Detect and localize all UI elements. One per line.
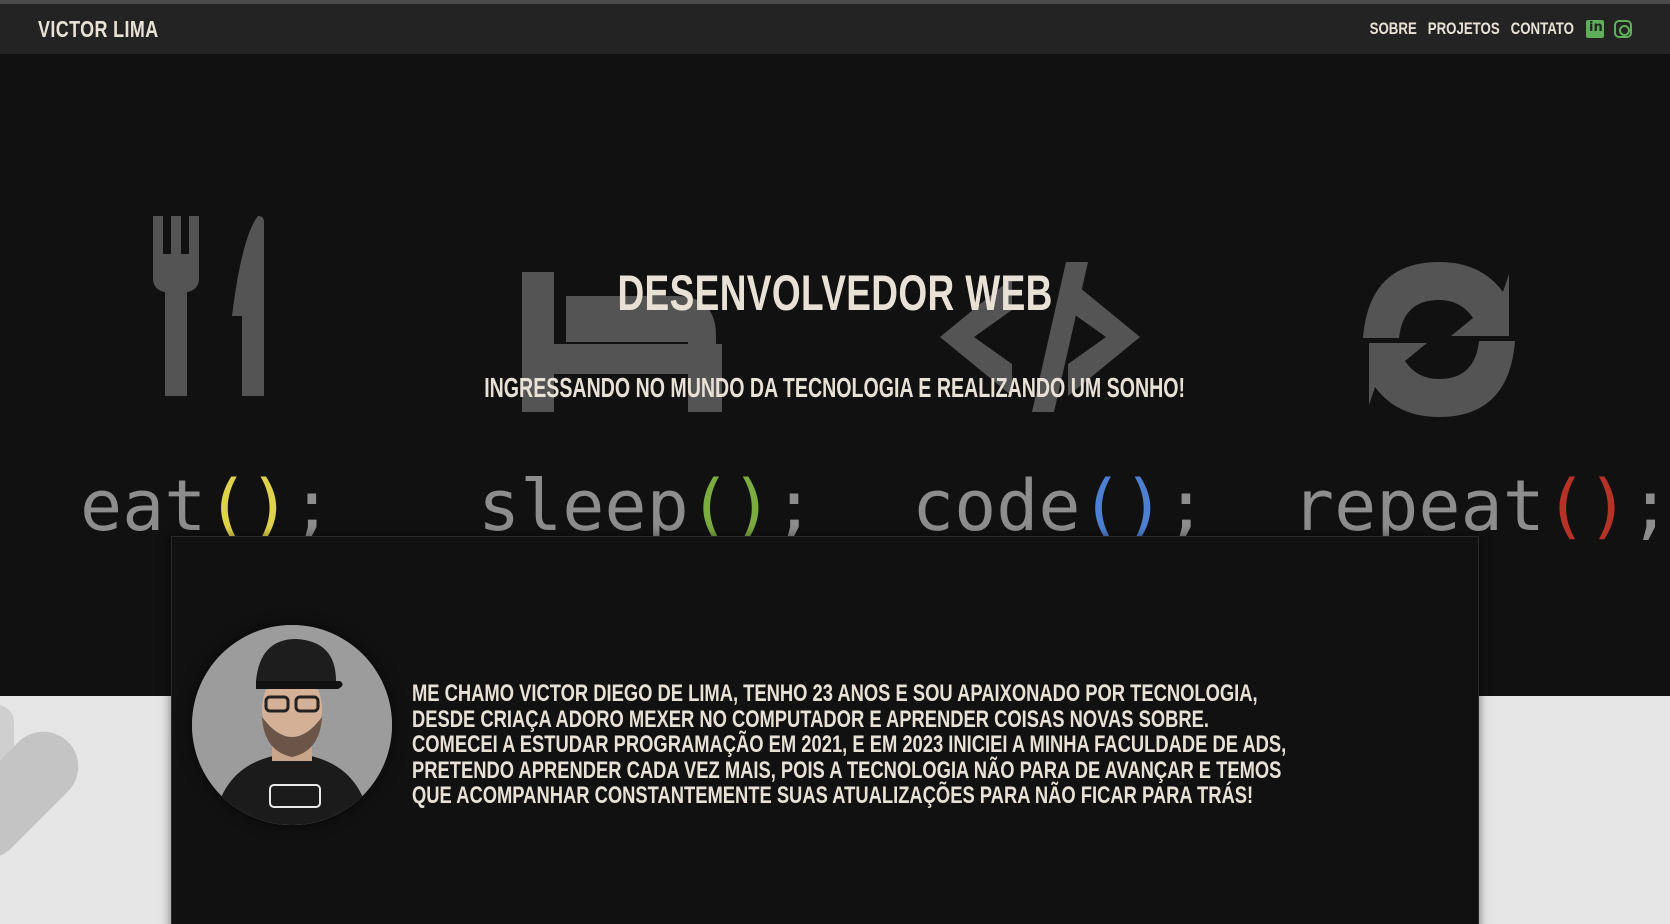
code-word-eat: eat(); [80,465,333,547]
nav-links: SOBRE PROJETOS CONTATO [1370,19,1574,39]
hero-subtitle: INGRESSANDO NO MUNDO DA TECNOLOGIA E REA… [484,372,1186,403]
code-word-repeat: repeat(); [1292,465,1670,547]
nav-link-contato[interactable]: CONTATO [1511,19,1574,39]
nav-link-sobre[interactable]: SOBRE [1370,19,1417,39]
instagram-icon[interactable] [1614,20,1632,38]
about-text: ME CHAMO VICTOR DIEGO DE LIMA, TENHO 23 … [412,680,1287,809]
code-slogan-row: eat(); sleep(); code(); repeat(); [80,466,1670,546]
code-word-code: code(); [912,465,1208,547]
nav-right: SOBRE PROJETOS CONTATO [1312,19,1632,39]
nav-link-projetos[interactable]: PROJETOS [1428,19,1500,39]
social-links [1586,20,1632,38]
profile-photo [192,625,392,825]
code-word-sleep: sleep(); [478,465,816,547]
hero-title: DESENVOLVEDOR WEB [617,265,1053,321]
about-card: ME CHAMO VICTOR DIEGO DE LIMA, TENHO 23 … [171,536,1479,924]
brand-logo[interactable]: VICTOR LIMA [38,16,159,43]
navbar: VICTOR LIMA SOBRE PROJETOS CONTATO [0,4,1670,54]
avatar [192,625,392,825]
linkedin-icon[interactable] [1586,20,1604,38]
